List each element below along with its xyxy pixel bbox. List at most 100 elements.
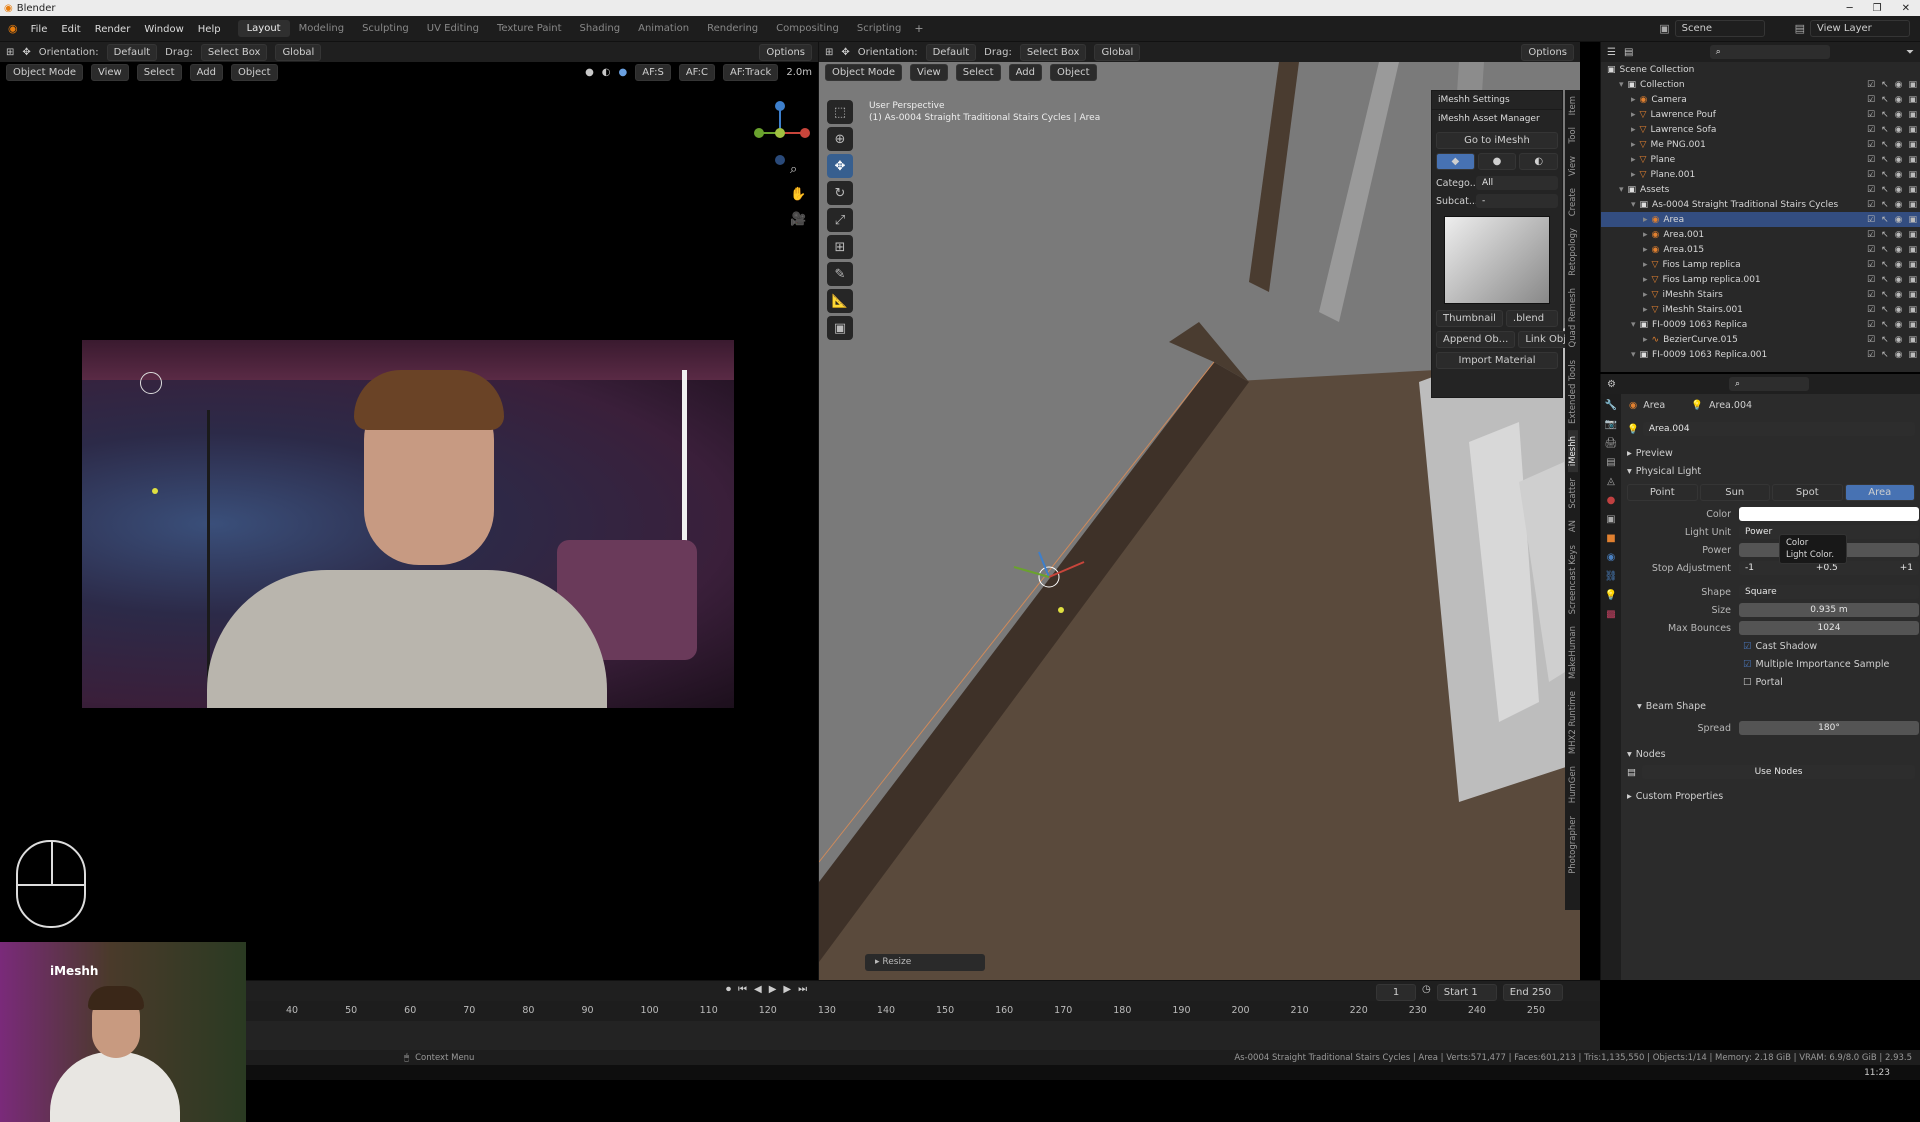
- visibility-select-icon[interactable]: ↖: [1881, 185, 1889, 195]
- outliner-item[interactable]: ▾ ▣ FI-0009 1063 Replica ☑ ↖ ◉ ▣: [1601, 317, 1920, 332]
- visibility-eye-icon[interactable]: ◉: [1895, 260, 1903, 270]
- menu-edit[interactable]: Edit: [54, 24, 87, 35]
- view-menu[interactable]: View: [910, 63, 948, 81]
- tool-tab-icon[interactable]: 🔧: [1605, 400, 1617, 411]
- shading-solid-icon[interactable]: ●: [585, 67, 594, 78]
- cast-shadow-checkbox[interactable]: ☑: [1743, 641, 1752, 652]
- visibility-select-icon[interactable]: ↖: [1881, 305, 1889, 315]
- prev-key-icon[interactable]: ◀: [754, 984, 762, 995]
- options-dropdown[interactable]: Options: [1521, 43, 1574, 61]
- physical-light-panel-header[interactable]: ▾ Physical Light: [1623, 462, 1919, 480]
- use-nodes-button[interactable]: Use Nodes: [1641, 765, 1915, 779]
- transform-icon[interactable]: ✥: [841, 47, 849, 58]
- workspace-tab-modeling[interactable]: Modeling: [290, 20, 354, 37]
- transform-tool-icon[interactable]: ⊞: [827, 235, 853, 259]
- mode-dropdown[interactable]: Object Mode: [6, 63, 83, 81]
- expand-arrow-icon[interactable]: ▸: [1631, 95, 1636, 105]
- visibility-select-icon[interactable]: ↖: [1881, 230, 1889, 240]
- zoom-icon[interactable]: ⌕: [790, 162, 806, 177]
- subcategory-dropdown[interactable]: -: [1476, 194, 1558, 208]
- light-cursor-icon[interactable]: [140, 372, 162, 394]
- view-layer-tab-icon[interactable]: ▤: [1606, 457, 1615, 468]
- close-icon[interactable]: ✕: [1892, 3, 1920, 14]
- blender-menu-icon[interactable]: ◉: [8, 22, 18, 35]
- visibility-select-icon[interactable]: ↖: [1881, 95, 1889, 105]
- visibility-camera-icon[interactable]: ▣: [1908, 80, 1917, 90]
- visibility-select-icon[interactable]: ↖: [1881, 140, 1889, 150]
- visibility-camera-icon[interactable]: ▣: [1908, 185, 1917, 195]
- import-material-button[interactable]: Import Material: [1436, 352, 1558, 369]
- sidebar-tab-quad-remesh[interactable]: Quad Remesh: [1568, 282, 1578, 353]
- visibility-checkbox-icon[interactable]: ☑: [1867, 200, 1875, 210]
- stop-plus-button[interactable]: +1: [1900, 561, 1913, 575]
- visibility-eye-icon[interactable]: ◉: [1895, 95, 1903, 105]
- filter-icon[interactable]: ⏷: [1906, 47, 1914, 58]
- size-field[interactable]: 0.935 m: [1739, 603, 1919, 617]
- pan-hand-icon[interactable]: ✋: [790, 187, 806, 202]
- visibility-checkbox-icon[interactable]: ☑: [1867, 350, 1875, 360]
- transform-orientation-dropdown[interactable]: Global: [1094, 43, 1141, 61]
- right-viewport[interactable]: ⊞ ✥ Orientation: Default Drag: Select Bo…: [818, 42, 1580, 980]
- workspace-tab-shading[interactable]: Shading: [570, 20, 629, 37]
- asset-thumbnail[interactable]: [1444, 216, 1550, 304]
- sidebar-tab-photographer[interactable]: Photographer: [1568, 810, 1578, 880]
- display-mode-icon[interactable]: ▤: [1624, 47, 1633, 58]
- expand-arrow-icon[interactable]: ▸: [1631, 170, 1636, 180]
- expand-arrow-icon[interactable]: ▾: [1631, 320, 1636, 330]
- visibility-camera-icon[interactable]: ▣: [1908, 230, 1917, 240]
- light-gizmo[interactable]: [999, 532, 1099, 652]
- sidebar-tab-an[interactable]: AN: [1568, 514, 1578, 538]
- view-menu[interactable]: View: [91, 63, 129, 81]
- sidebar-tab-screencast-keys[interactable]: Screencast Keys: [1568, 539, 1578, 620]
- outliner-item[interactable]: ▸ ▽ Me PNG.001 ☑ ↖ ◉ ▣: [1601, 137, 1920, 152]
- menu-file[interactable]: File: [24, 24, 55, 35]
- timeline-ruler[interactable]: 40 50 60 70 80 90 100 110 120 130 140 150 160 170 180 1…: [246, 1001, 1600, 1021]
- outliner-item[interactable]: ▸ ▽ Lawrence Sofa ☑ ↖ ◉ ▣: [1601, 122, 1920, 137]
- properties-editor-icon[interactable]: ⚙: [1607, 379, 1616, 390]
- outliner-item[interactable]: ▸ ▽ Plane.001 ☑ ↖ ◉ ▣: [1601, 167, 1920, 182]
- visibility-checkbox-icon[interactable]: ☑: [1867, 245, 1875, 255]
- transform-orientation-dropdown[interactable]: Global: [275, 43, 322, 61]
- outliner-item[interactable]: ▸ ◉ Area.015 ☑ ↖ ◉ ▣: [1601, 242, 1920, 257]
- shape-dropdown[interactable]: Square: [1739, 585, 1919, 599]
- visibility-eye-icon[interactable]: ◉: [1895, 200, 1903, 210]
- outliner-item[interactable]: ▸ ▽ Fios Lamp replica ☑ ↖ ◉ ▣: [1601, 257, 1920, 272]
- visibility-camera-icon[interactable]: ▣: [1908, 245, 1917, 255]
- start-frame-field[interactable]: Start 1: [1436, 984, 1497, 1001]
- visibility-camera-icon[interactable]: ▣: [1908, 110, 1917, 120]
- drag-dropdown[interactable]: Select Box: [1019, 43, 1087, 61]
- visibility-checkbox-icon[interactable]: ☑: [1867, 170, 1875, 180]
- visibility-checkbox-icon[interactable]: ☑: [1867, 305, 1875, 315]
- nodes-panel-header[interactable]: ▾ Nodes: [1623, 745, 1919, 763]
- expand-arrow-icon[interactable]: ▸: [1643, 230, 1648, 240]
- outliner-editor-icon[interactable]: ☰: [1607, 47, 1616, 58]
- outliner-search[interactable]: ⌕: [1709, 45, 1830, 59]
- workspace-tab-uv-editing[interactable]: UV Editing: [418, 20, 488, 37]
- properties-search[interactable]: ⌕: [1728, 377, 1809, 391]
- visibility-select-icon[interactable]: ↖: [1881, 290, 1889, 300]
- visibility-eye-icon[interactable]: ◉: [1895, 155, 1903, 165]
- blend-button[interactable]: .blend: [1505, 310, 1558, 327]
- visibility-select-icon[interactable]: ↖: [1881, 170, 1889, 180]
- visibility-checkbox-icon[interactable]: ☑: [1867, 215, 1875, 225]
- timeline[interactable]: ⏺ ⏮ ◀ ▶ ▶ ⏭ 1 ◷ Start 1 End 250 40 50 60 70…: [246, 980, 1600, 1050]
- next-key-icon[interactable]: ▶: [783, 984, 791, 995]
- materials-tab-icon[interactable]: ●: [1477, 153, 1517, 170]
- expand-arrow-icon[interactable]: ▸: [1631, 125, 1636, 135]
- visibility-camera-icon[interactable]: ▣: [1908, 320, 1917, 330]
- jump-start-icon[interactable]: ⏮: [738, 984, 747, 995]
- visibility-checkbox-icon[interactable]: ☑: [1867, 140, 1875, 150]
- visibility-select-icon[interactable]: ↖: [1881, 200, 1889, 210]
- object-menu[interactable]: Object: [230, 63, 278, 81]
- light-type-point-button[interactable]: Point: [1627, 484, 1698, 501]
- workspace-tab-rendering[interactable]: Rendering: [698, 20, 767, 37]
- sidebar-tab-makehuman[interactable]: MakeHuman: [1568, 620, 1578, 685]
- visibility-checkbox-icon[interactable]: ☑: [1867, 95, 1875, 105]
- workspace-tab-layout[interactable]: Layout: [237, 20, 290, 37]
- outliner-item[interactable]: ▾ ▣ FI-0009 1063 Replica.001 ☑ ↖ ◉ ▣: [1601, 347, 1920, 362]
- stop-minus-button[interactable]: -1: [1745, 561, 1754, 575]
- expand-arrow-icon[interactable]: ▸: [1631, 140, 1636, 150]
- record-icon[interactable]: ⏺: [726, 984, 731, 995]
- select-menu[interactable]: Select: [136, 63, 182, 81]
- visibility-select-icon[interactable]: ↖: [1881, 155, 1889, 165]
